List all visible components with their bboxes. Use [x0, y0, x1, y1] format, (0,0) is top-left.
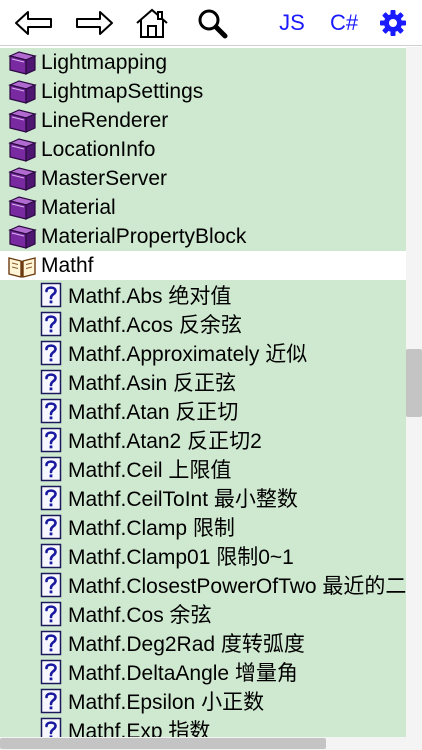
tree-item[interactable]: Mathf.Atan 反正切 [0, 396, 406, 425]
class-book-icon [7, 224, 37, 250]
tree-item-label: Mathf [41, 253, 94, 277]
help-page-icon [40, 572, 62, 598]
class-book-icon [7, 79, 37, 105]
tree-item[interactable]: Mathf.Approximately 近似 [0, 338, 406, 367]
tree-item-label: Mathf.DeltaAngle 增量角 [68, 661, 298, 685]
tree-item[interactable]: Mathf.CeilToInt 最小整数 [0, 483, 406, 512]
help-page-icon [40, 282, 62, 308]
tree-item[interactable]: Mathf.Deg2Rad 度转弧度 [0, 628, 406, 657]
forward-arrow-icon [76, 11, 113, 35]
toolbar: JS C# [0, 0, 422, 46]
home-icon [136, 8, 168, 38]
help-page-icon [40, 369, 62, 395]
help-page-icon [40, 456, 62, 482]
class-book-icon [7, 195, 37, 221]
tree-item-label: Mathf.Exp 指数 [68, 719, 211, 738]
help-page-icon [40, 543, 62, 569]
help-page-icon [40, 630, 62, 656]
class-book-icon [7, 137, 37, 163]
tree-item-label: Mathf.Acos 反余弦 [68, 313, 242, 337]
csharp-button[interactable]: C# [324, 6, 364, 40]
tree-item-label: Mathf.Abs 绝对值 [68, 284, 232, 308]
help-page-icon [40, 514, 62, 540]
tree-item[interactable]: Mathf.Clamp01 限制0~1 [0, 541, 406, 570]
tree-item-label: LineRenderer [41, 108, 169, 132]
tree-item[interactable]: Mathf.Epsilon 小正数 [0, 686, 406, 715]
tree-item[interactable]: Mathf.Acos 反余弦 [0, 309, 406, 338]
help-page-icon [40, 311, 62, 337]
help-page-icon [40, 659, 62, 685]
tree-item-label: LocationInfo [41, 137, 156, 161]
horizontal-scroll-thumb[interactable] [0, 738, 326, 749]
home-button[interactable] [132, 6, 172, 40]
help-page-icon [40, 485, 62, 511]
tree-item-label: MasterServer [41, 166, 168, 190]
tree-item[interactable]: Material [0, 193, 406, 222]
help-page-icon [40, 398, 62, 424]
search-button[interactable] [192, 6, 232, 40]
tree-item[interactable]: LocationInfo [0, 135, 406, 164]
help-page-icon [40, 427, 62, 453]
open-book-icon [7, 253, 37, 279]
help-page-icon [40, 601, 62, 627]
tree-item-label: Mathf.Clamp 限制 [68, 516, 235, 540]
tree-item[interactable]: Mathf [0, 251, 406, 280]
tree-item-label: MaterialPropertyBlock [41, 224, 247, 248]
tree-item[interactable]: MaterialPropertyBlock [0, 222, 406, 251]
tree-item[interactable]: Mathf.Clamp 限制 [0, 512, 406, 541]
horizontal-scrollbar[interactable] [0, 737, 406, 750]
tree-item-label: LightmapSettings [41, 79, 204, 103]
tree-item-label: Mathf.Deg2Rad 度转弧度 [68, 632, 305, 656]
class-book-icon [7, 108, 37, 134]
tree-item[interactable]: Mathf.Atan2 反正切2 [0, 425, 406, 454]
tree-item[interactable]: Mathf.Ceil 上限值 [0, 454, 406, 483]
tree-item[interactable]: Mathf.DeltaAngle 增量角 [0, 657, 406, 686]
tree-item-label: Mathf.Approximately 近似 [68, 342, 308, 366]
tree-item-label: Mathf.Cos 余弦 [68, 603, 212, 627]
class-book-icon [7, 166, 37, 192]
js-button[interactable]: JS [272, 6, 312, 40]
tree-item-label: Mathf.Clamp01 限制0~1 [68, 545, 294, 569]
search-icon [198, 9, 228, 39]
tree-item-label: Mathf.Asin 反正弦 [68, 371, 237, 395]
forward-button[interactable] [72, 6, 116, 40]
help-page-icon [40, 340, 62, 366]
back-button[interactable] [12, 6, 56, 40]
settings-button[interactable] [376, 6, 410, 40]
tree-item[interactable]: LightmapSettings [0, 77, 406, 106]
tree-item[interactable]: Mathf.ClosestPowerOfTwo 最近的二 [0, 570, 406, 599]
tree-item[interactable]: Mathf.Asin 反正弦 [0, 367, 406, 396]
back-arrow-icon [15, 11, 52, 35]
tree-item[interactable]: Lightmapping [0, 48, 406, 77]
scrollbar-corner [406, 737, 422, 750]
tree-item-label: Mathf.ClosestPowerOfTwo 最近的二 [68, 574, 406, 598]
tree-item[interactable]: LineRenderer [0, 106, 406, 135]
vertical-scroll-thumb[interactable] [406, 349, 422, 417]
tree-item-label: Lightmapping [41, 50, 168, 74]
tree-item-label: Material [41, 195, 116, 219]
tree-item[interactable]: Mathf.Cos 余弦 [0, 599, 406, 628]
tree-item-label: Mathf.Epsilon 小正数 [68, 690, 265, 714]
tree-item[interactable]: Mathf.Abs 绝对值 [0, 280, 406, 309]
tree-item[interactable]: MasterServer [0, 164, 406, 193]
tree-item-label: Mathf.Atan 反正切 [68, 400, 239, 424]
class-book-icon [7, 50, 37, 76]
tree-item[interactable]: Mathf.Exp 指数 [0, 715, 406, 737]
help-page-icon [40, 717, 62, 737]
tree-item-label: Mathf.Atan2 反正切2 [68, 429, 262, 453]
vertical-scrollbar[interactable] [406, 47, 422, 737]
help-page-icon [40, 688, 62, 714]
tree-list[interactable]: Lightmapping LightmapSettings LineRenderer… [0, 47, 422, 737]
gear-icon [380, 10, 406, 36]
tree-item-label: Mathf.CeilToInt 最小整数 [68, 487, 298, 511]
tree-item-label: Mathf.Ceil 上限值 [68, 458, 232, 482]
